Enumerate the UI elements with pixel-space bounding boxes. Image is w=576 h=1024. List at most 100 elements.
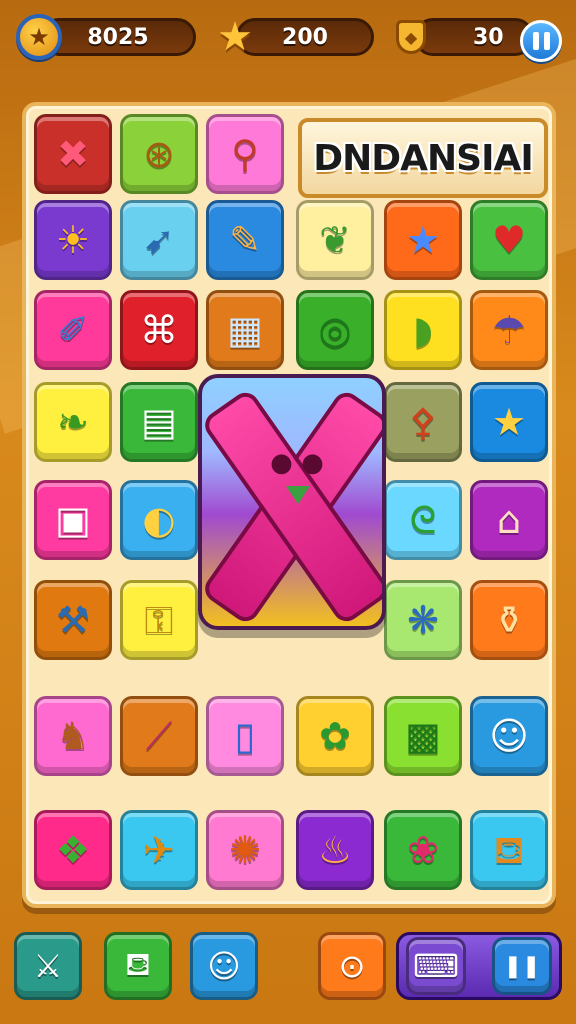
tile-23[interactable]: ⚒	[34, 580, 112, 660]
pause-icon: ❚❚	[503, 953, 541, 979]
gamepad-icon: ⌨	[412, 947, 460, 985]
level-title: DNDANSIAI	[313, 137, 533, 179]
tile-icon: ⚲	[231, 132, 259, 176]
creature-button[interactable]: ☺	[190, 932, 258, 1000]
tile-icon: ✿	[319, 714, 351, 758]
tile-5[interactable]: ✎	[206, 200, 284, 280]
tile-icon: ☺	[489, 714, 529, 758]
star-count: 200	[282, 24, 328, 50]
top-hud: 8025 ★ 200 ★ 30 ◆	[0, 12, 576, 64]
tile-icon: ★	[405, 218, 441, 262]
tile-icon: ❧	[57, 400, 89, 444]
tile-22[interactable]: ⌂	[470, 480, 548, 560]
tile-12[interactable]: ◎	[296, 290, 374, 370]
tile-18[interactable]: ★	[470, 382, 548, 462]
tile-34[interactable]: ✈	[120, 810, 198, 890]
tile-21[interactable]: ᘓ	[384, 480, 462, 560]
tile-26[interactable]: ⚱	[470, 580, 548, 660]
pause-button[interactable]: ❚❚	[492, 937, 552, 995]
tile-16[interactable]: ▤	[120, 382, 198, 462]
tile-17[interactable]: ⚴	[384, 382, 462, 462]
tile-icon: ▦	[227, 308, 263, 352]
tile-9[interactable]: ✐	[34, 290, 112, 370]
tile-icon: ☂	[491, 308, 527, 352]
tile-icon: ✖	[57, 132, 89, 176]
tile-37[interactable]: ❀	[384, 810, 462, 890]
tile-13[interactable]: ◗	[384, 290, 462, 370]
tile-icon: ◐	[142, 498, 176, 542]
tile-icon: ☀	[55, 218, 91, 262]
pause-button[interactable]	[516, 16, 566, 66]
tile-icon: ⚴	[409, 400, 437, 444]
tile-icon: ❦	[319, 218, 351, 262]
tile-10[interactable]: ⌘	[120, 290, 198, 370]
tile-icon: ♨	[317, 828, 353, 872]
tile-icon: ➹	[143, 218, 175, 262]
tile-icon: ★	[491, 400, 527, 444]
creature-icon: ☺	[207, 947, 241, 985]
gamepad-button[interactable]: ⌨	[406, 937, 466, 995]
tile-33[interactable]: ❖	[34, 810, 112, 890]
tile-icon: ▩	[405, 714, 441, 758]
tile-20[interactable]: ◐	[120, 480, 198, 560]
tile-icon: ᘓ	[409, 498, 437, 542]
tile-19[interactable]: ▣	[34, 480, 112, 560]
tile-icon: ◎	[318, 308, 352, 352]
tile-icon: ▣	[55, 498, 91, 542]
tile-icon: ⚒	[55, 598, 91, 642]
tile-icon: ✈	[143, 828, 175, 872]
eyes-icon: ⊙	[338, 947, 366, 985]
bottom-toolbar: ⚔ ⛾ ☺ ⊙ ⌨ ❚❚	[0, 928, 576, 1008]
tile-27[interactable]: ♞	[34, 696, 112, 776]
tile-icon: ♥	[491, 218, 527, 262]
tile-11[interactable]: ▦	[206, 290, 284, 370]
tile-3[interactable]: ☀	[34, 200, 112, 280]
tile-icon: ⟋	[145, 714, 173, 758]
tile-29[interactable]: ▯	[206, 696, 284, 776]
tile-24[interactable]: ⚿	[120, 580, 198, 660]
tile-1[interactable]: ⊛	[120, 114, 198, 194]
tile-0[interactable]: ✖	[34, 114, 112, 194]
tile-35[interactable]: ✺	[206, 810, 284, 890]
tile-icon: ⊛	[143, 132, 175, 176]
tile-icon: ⚱	[493, 598, 525, 642]
selected-x-piece[interactable]: ● ●	[198, 374, 386, 630]
tile-36[interactable]: ♨	[296, 810, 374, 890]
star-icon: ★	[217, 14, 253, 60]
moves-count: 30	[473, 24, 504, 50]
tile-28[interactable]: ⟋	[120, 696, 198, 776]
bucket-button[interactable]: ⛾	[104, 932, 172, 1000]
coin-count: 8025	[87, 24, 149, 50]
tile-25[interactable]: ❋	[384, 580, 462, 660]
puzzle-board: DNDANSIAI ✖ ⊛ ⚲ ☀ ➹ ✎ ❦ ★ ♥ ✐ ⌘ ▦ ◎ ◗ ☂ ❧ ▤ ⚴ ★ ▣ ◐ ᘓ ⌂ ⚒ ⚿ ❋ ⚱ ♞ ⟋ ▯…	[22, 102, 556, 908]
tile-32[interactable]: ☺	[470, 696, 548, 776]
pause-icon	[520, 20, 562, 62]
tile-icon: ⌘	[140, 308, 178, 352]
tile-31[interactable]: ▩	[384, 696, 462, 776]
tile-7[interactable]: ★	[384, 200, 462, 280]
tile-8[interactable]: ♥	[470, 200, 548, 280]
eyes-button[interactable]: ⊙	[318, 932, 386, 1000]
tile-4[interactable]: ➹	[120, 200, 198, 280]
tile-icon: ❀	[407, 828, 439, 872]
tile-2[interactable]: ⚲	[206, 114, 284, 194]
crossed-swords-icon: ⚔	[33, 947, 63, 985]
tile-icon: ⚿	[144, 598, 174, 642]
shield-icon: ◆	[386, 12, 436, 62]
level-title-banner: DNDANSIAI	[298, 118, 548, 198]
tile-icon: ✎	[229, 218, 261, 262]
tile-icon: ⌂	[496, 498, 522, 542]
tile-icon: ⛾	[493, 828, 525, 872]
tile-icon: ▤	[141, 400, 177, 444]
tile-38[interactable]: ⛾	[470, 810, 548, 890]
bucket-icon: ⛾	[124, 945, 152, 983]
crossed-swords-button[interactable]: ⚔	[14, 932, 82, 1000]
beak-icon	[286, 486, 310, 504]
tile-15[interactable]: ❧	[34, 382, 112, 462]
tile-6[interactable]: ❦	[296, 200, 374, 280]
tile-30[interactable]: ✿	[296, 696, 374, 776]
tile-icon: ✺	[229, 828, 261, 872]
tile-icon: ❋	[407, 598, 439, 642]
tile-icon: ✐	[57, 308, 89, 352]
tile-14[interactable]: ☂	[470, 290, 548, 370]
